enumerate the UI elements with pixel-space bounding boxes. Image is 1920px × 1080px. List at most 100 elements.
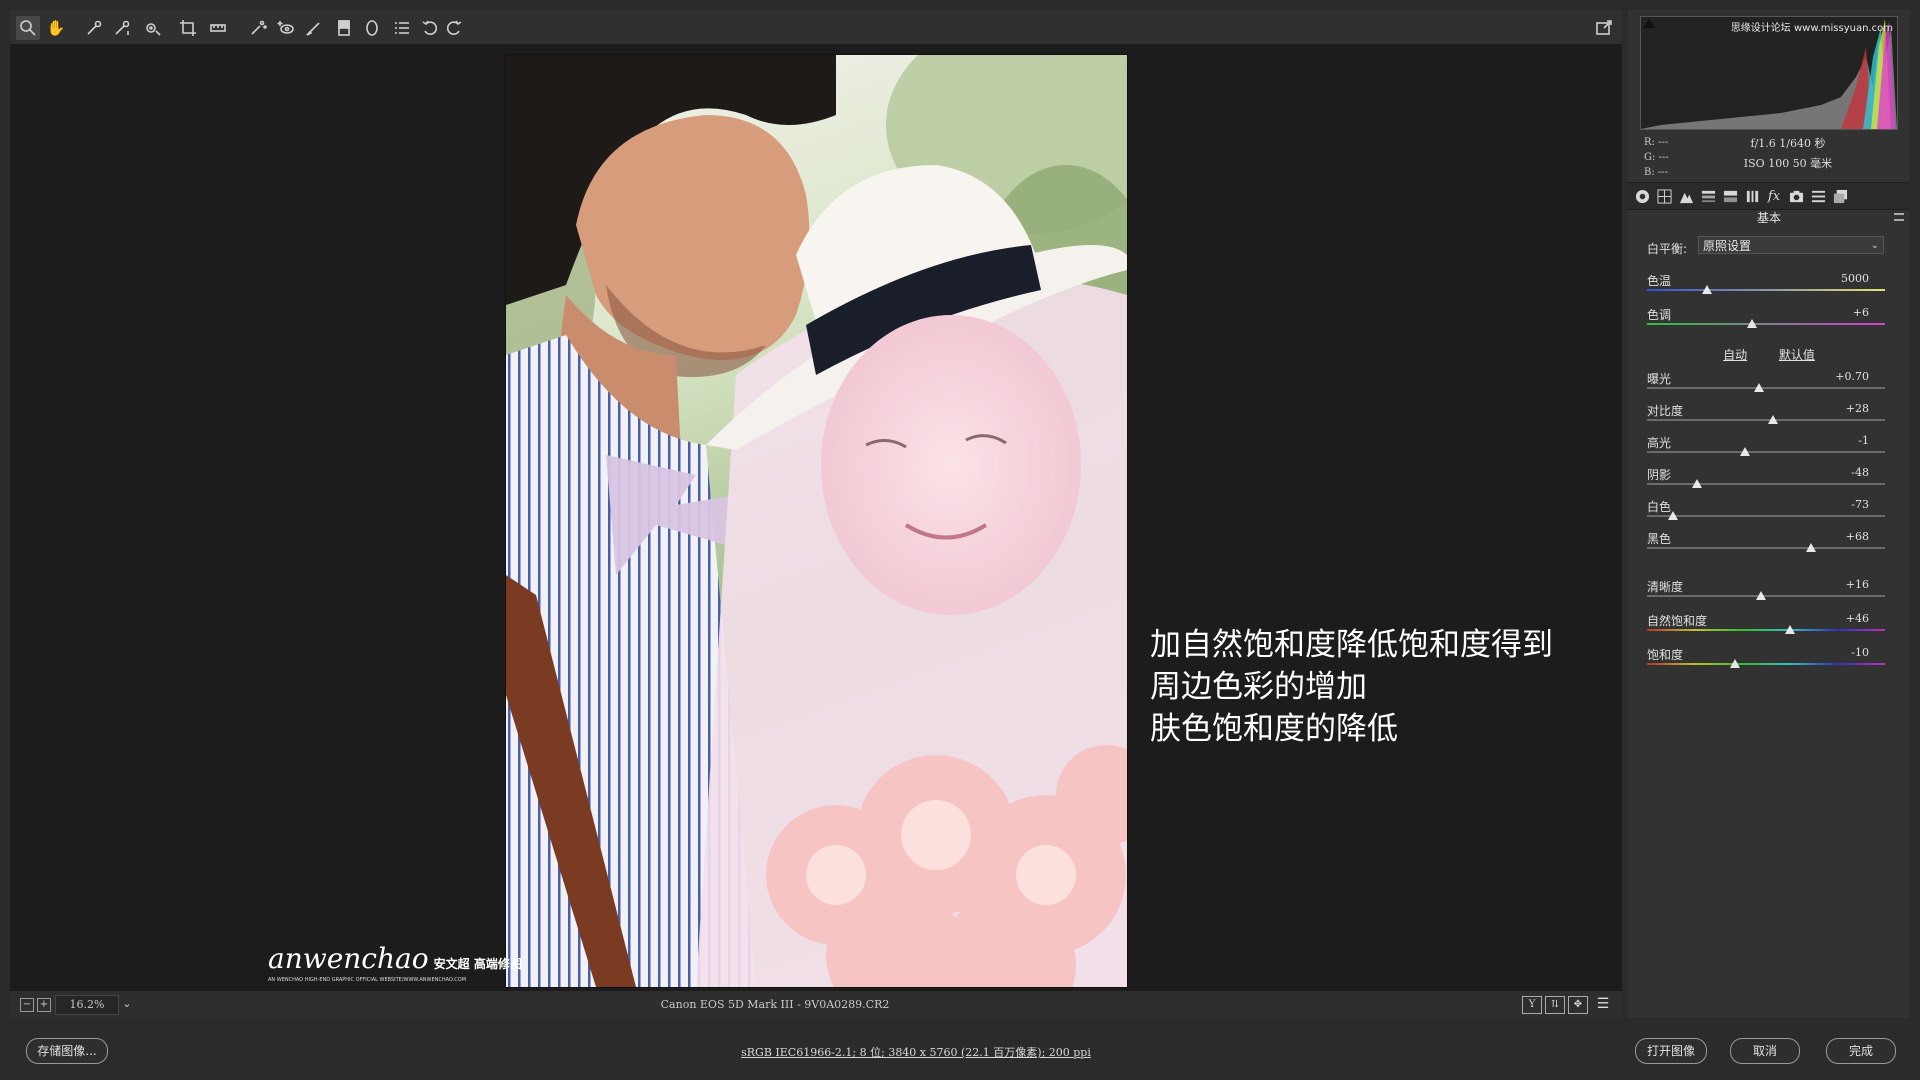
white-balance-select[interactable]: 原照设置 ⌄: [1698, 236, 1884, 254]
slider-thumb[interactable]: [1739, 447, 1750, 456]
slider-label: 高光: [1647, 436, 1672, 450]
hsl-icon[interactable]: [1698, 186, 1718, 206]
effects-icon[interactable]: fx: [1764, 186, 1784, 206]
status-bar: − + 16.2% ⌄ Canon EOS 5D Mark III - 9V0A…: [10, 990, 1622, 1019]
spot-removal-icon[interactable]: [246, 16, 270, 40]
slider-track[interactable]: [1647, 451, 1885, 453]
slider-row: 阴影 -48: [1647, 466, 1885, 492]
annotation-line-2: 周边色彩的增加: [1150, 669, 1367, 705]
tone-curve-icon[interactable]: [1654, 186, 1674, 206]
toolbar: ✋: [10, 10, 1622, 45]
split-toning-icon[interactable]: [1720, 186, 1740, 206]
slider-thumb[interactable]: [1701, 285, 1712, 294]
before-after-view-button[interactable]: Y: [1522, 996, 1542, 1014]
slider-track[interactable]: [1647, 289, 1885, 291]
b-value: B: ---: [1644, 167, 1669, 178]
red-eye-icon[interactable]: [274, 16, 298, 40]
slider-label: 黑色: [1647, 532, 1672, 546]
slider-row: 清晰度 +16: [1647, 578, 1885, 604]
slider-value[interactable]: -73: [1851, 498, 1869, 511]
slider-row: 自然饱和度 +46: [1647, 612, 1885, 638]
zoom-icon[interactable]: [16, 16, 40, 40]
slider-thumb[interactable]: [1730, 659, 1741, 668]
photo-watermark: anwenchao 安文超 高端修图 AN WENCHAO HIGH-END G…: [268, 942, 522, 983]
copy-settings-button[interactable]: ✥: [1568, 996, 1588, 1014]
rotate-right-icon[interactable]: [442, 16, 466, 40]
slider-track[interactable]: [1647, 515, 1885, 517]
open-image-button[interactable]: 打开图像: [1635, 1038, 1707, 1064]
panel-tabs: fx: [1628, 182, 1910, 210]
slider-value[interactable]: +16: [1846, 578, 1869, 591]
slider-value[interactable]: +68: [1846, 530, 1869, 543]
targeted-adjustment-icon[interactable]: [140, 16, 164, 40]
slider-thumb[interactable]: [1691, 479, 1702, 488]
watermark-script-text: anwenchao: [268, 942, 429, 975]
slider-value[interactable]: +0.70: [1835, 370, 1869, 383]
slider-thumb[interactable]: [1668, 511, 1679, 520]
default-link[interactable]: 默认值: [1779, 348, 1815, 362]
file-info: Canon EOS 5D Mark III - 9V0A0289.CR2: [660, 998, 890, 1011]
slider-row: 曝光 +0.70: [1647, 370, 1885, 396]
slider-row: 色调 +6: [1647, 306, 1885, 332]
watermark-cn: 安文超 高端修图: [433, 957, 522, 971]
slider-value[interactable]: +6: [1853, 306, 1869, 319]
slider-label: 曝光: [1647, 372, 1672, 386]
slider-track[interactable]: [1647, 547, 1885, 549]
adjustment-brush-icon[interactable]: [302, 16, 326, 40]
photo-preview[interactable]: anwenchao: [505, 54, 1128, 988]
view-preferences-button[interactable]: ☰: [1594, 996, 1612, 1012]
slider-thumb[interactable]: [1756, 591, 1767, 600]
exif-info: f/1.6 1/640 秒 ISO 100 50 毫米: [1688, 134, 1888, 174]
slider-label: 色温: [1647, 274, 1672, 288]
straighten-icon[interactable]: [206, 16, 230, 40]
slider-track[interactable]: [1647, 323, 1885, 325]
slider-label: 清晰度: [1647, 580, 1684, 594]
slider-thumb[interactable]: [1806, 543, 1817, 552]
detail-icon[interactable]: [1676, 186, 1696, 206]
presets-icon[interactable]: [1808, 186, 1828, 206]
preferences-icon[interactable]: [390, 16, 414, 40]
white-balance-icon[interactable]: [82, 16, 106, 40]
done-button[interactable]: 完成: [1826, 1038, 1896, 1064]
graduated-filter-icon[interactable]: [332, 16, 356, 40]
workflow-options-link[interactable]: sRGB IEC61966-2.1; 8 位; 3840 x 5760 (22.…: [0, 1044, 1832, 1060]
slider-value[interactable]: 5000: [1841, 272, 1869, 285]
rotate-left-icon[interactable]: [418, 16, 442, 40]
slider-track[interactable]: [1647, 629, 1885, 631]
slider-value[interactable]: -48: [1851, 466, 1869, 479]
slider-thumb[interactable]: [1746, 319, 1757, 328]
color-sampler-icon[interactable]: [110, 16, 134, 40]
slider-label: 对比度: [1647, 404, 1684, 418]
auto-link[interactable]: 自动: [1723, 348, 1747, 362]
slider-row: 高光 -1: [1647, 434, 1885, 460]
swap-settings-button[interactable]: ⇅: [1545, 996, 1565, 1014]
fullscreen-icon[interactable]: [1592, 16, 1616, 40]
slider-value[interactable]: +28: [1846, 402, 1869, 415]
annotation-line-3: 肤色饱和度的降低: [1150, 711, 1398, 747]
snapshots-icon[interactable]: [1830, 186, 1850, 206]
slider-track[interactable]: [1647, 663, 1885, 665]
cancel-button[interactable]: 取消: [1730, 1038, 1800, 1064]
basic-icon[interactable]: [1632, 186, 1652, 206]
slider-label: 自然饱和度: [1647, 614, 1708, 628]
slider-value[interactable]: +46: [1846, 612, 1869, 625]
radial-filter-icon[interactable]: [360, 16, 384, 40]
r-value: R: ---: [1644, 137, 1669, 148]
slider-track[interactable]: [1647, 419, 1885, 421]
camera-calibration-icon[interactable]: [1786, 186, 1806, 206]
slider-thumb[interactable]: [1784, 625, 1795, 634]
panel-menu-icon[interactable]: [1894, 213, 1904, 221]
slider-track[interactable]: [1647, 483, 1885, 485]
white-balance-label: 白平衡:: [1647, 242, 1688, 256]
slider-value[interactable]: -1: [1858, 434, 1869, 447]
slider-thumb[interactable]: [1768, 415, 1779, 424]
slider-thumb[interactable]: [1753, 383, 1764, 392]
annotation-line-1: 加自然饱和度降低饱和度得到: [1150, 627, 1553, 663]
hand-icon[interactable]: ✋: [44, 16, 68, 40]
slider-value[interactable]: -10: [1851, 646, 1869, 659]
crop-icon[interactable]: [176, 16, 200, 40]
watermark-small: AN WENCHAO HIGH-END GRAPHIC OFFICIAL WEB…: [268, 977, 467, 983]
lens-corrections-icon[interactable]: [1742, 186, 1762, 206]
slider-label: 色调: [1647, 308, 1672, 322]
slider-track[interactable]: [1647, 387, 1885, 389]
